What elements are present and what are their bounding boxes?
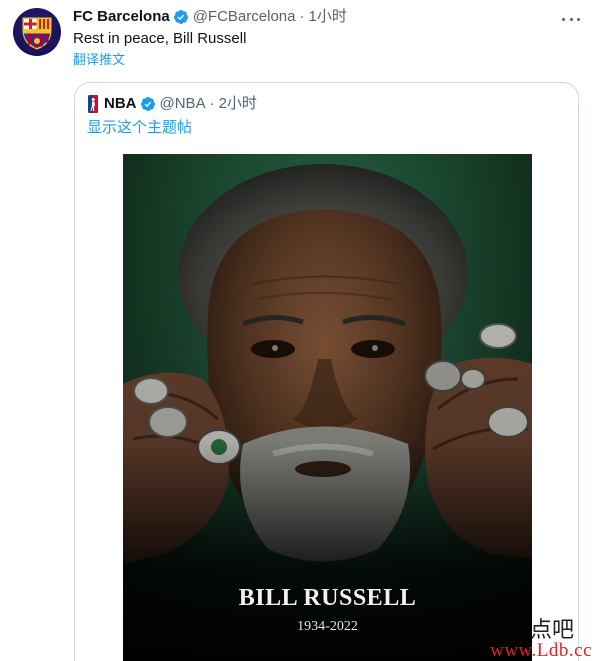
- watermark-url: www.Ldb.cc: [490, 640, 592, 661]
- quoted-tweet-card[interactable]: NBA @NBA · 2小时 显示这个主题帖 BILL RUSSELL 1934…: [74, 82, 579, 661]
- tweet-text: Rest in peace, Bill Russell: [73, 30, 247, 47]
- barcelona-crest-icon: [22, 17, 52, 50]
- separator-dot: ·: [299, 8, 305, 25]
- tweet-page: FC Barcelona @FCBarcelona · 1小时 Rest in …: [0, 0, 600, 661]
- poster-name-text: BILL RUSSELL: [238, 585, 417, 611]
- tribute-poster-image[interactable]: BILL RUSSELL 1934-2022: [123, 154, 532, 661]
- quoted-display-name[interactable]: NBA: [104, 95, 137, 113]
- quoted-tweet-timestamp[interactable]: 2小时: [219, 95, 257, 113]
- user-handle[interactable]: @FCBarcelona: [193, 8, 296, 26]
- separator-dot: ·: [209, 95, 215, 112]
- poster-years-text: 1934-2022: [297, 619, 358, 634]
- quoted-user-handle[interactable]: @NBA: [160, 95, 206, 113]
- fc-barcelona-avatar[interactable]: [13, 8, 61, 56]
- more-options-icon[interactable]: [562, 10, 580, 28]
- nba-logo-icon: [88, 95, 98, 113]
- display-name[interactable]: FC Barcelona: [73, 8, 170, 26]
- tweet-timestamp[interactable]: 1小时: [308, 8, 346, 26]
- verified-badge-icon: [140, 97, 155, 111]
- show-thread-link[interactable]: 显示这个主题帖: [87, 119, 192, 137]
- tweet-header: FC Barcelona @FCBarcelona · 1小时: [73, 8, 347, 26]
- verified-badge-icon: [173, 10, 188, 24]
- translate-tweet-link[interactable]: 翻译推文: [73, 52, 125, 68]
- quoted-tweet-header: NBA @NBA · 2小时: [88, 95, 257, 113]
